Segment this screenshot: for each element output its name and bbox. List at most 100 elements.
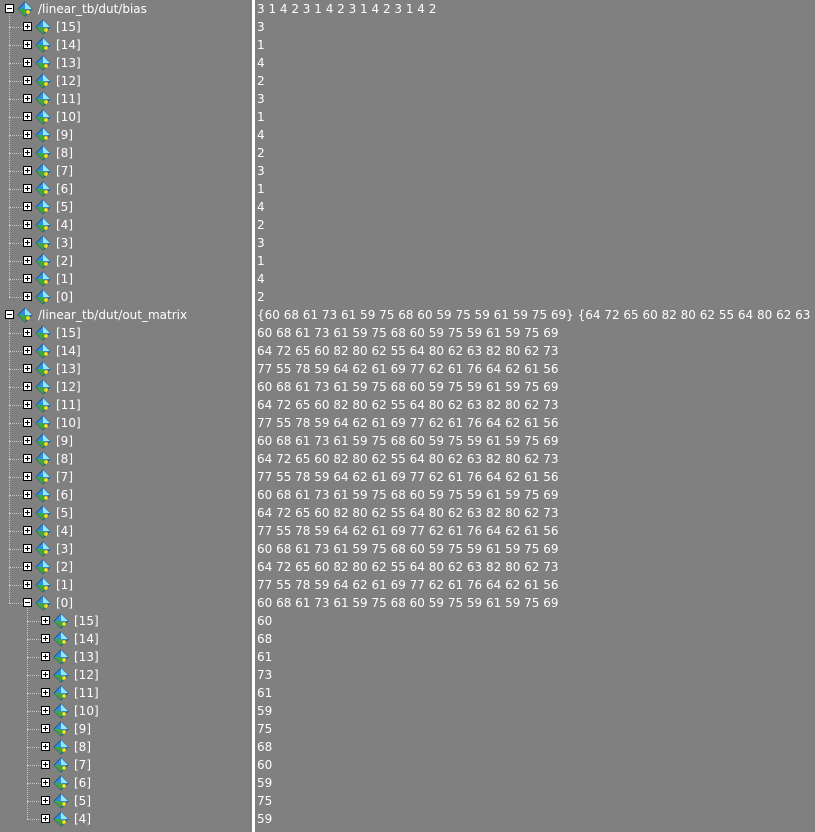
signal-element-row[interactable]: [13] <box>0 360 252 378</box>
signal-element-row[interactable]: [9] <box>0 720 252 738</box>
signal-element-row[interactable]: [15] <box>0 18 252 36</box>
signal-row[interactable]: /linear_tb/dut/out_matrix <box>0 306 252 324</box>
signal-element-row[interactable]: [5] <box>0 792 252 810</box>
signal-element-row[interactable]: [0] <box>0 594 252 612</box>
expand-plus-icon[interactable] <box>23 508 32 517</box>
signal-element-row[interactable]: [11] <box>0 90 252 108</box>
signal-element-row[interactable]: [2] <box>0 252 252 270</box>
expand-plus-icon[interactable] <box>41 634 50 643</box>
signal-element-row[interactable]: [7] <box>0 756 252 774</box>
expand-plus-icon[interactable] <box>23 490 32 499</box>
signal-element-row[interactable]: [11] <box>0 684 252 702</box>
expand-plus-icon[interactable] <box>23 454 32 463</box>
signal-element-row[interactable]: [3] <box>0 540 252 558</box>
collapse-minus-icon[interactable] <box>5 4 14 13</box>
expand-plus-icon[interactable] <box>23 40 32 49</box>
signal-element-row[interactable]: [8] <box>0 144 252 162</box>
expand-plus-icon[interactable] <box>23 328 32 337</box>
signal-diamond-icon <box>53 631 69 647</box>
signal-element-row[interactable]: [4] <box>0 522 252 540</box>
expand-plus-icon[interactable] <box>23 292 32 301</box>
signal-index-label: [7] <box>56 164 73 178</box>
expand-plus-icon[interactable] <box>23 382 32 391</box>
expand-plus-icon[interactable] <box>23 76 32 85</box>
expand-plus-icon[interactable] <box>41 724 50 733</box>
signal-element-row[interactable]: [12] <box>0 72 252 90</box>
signal-element-row[interactable]: [5] <box>0 198 252 216</box>
signal-element-row[interactable]: [15] <box>0 612 252 630</box>
expand-plus-icon[interactable] <box>41 706 50 715</box>
signal-element-row[interactable]: [14] <box>0 630 252 648</box>
signal-element-row[interactable]: [8] <box>0 738 252 756</box>
signal-element-row[interactable]: [1] <box>0 270 252 288</box>
signal-element-row[interactable]: [3] <box>0 234 252 252</box>
expand-plus-icon[interactable] <box>23 364 32 373</box>
signal-element-row[interactable]: [6] <box>0 486 252 504</box>
expand-plus-icon[interactable] <box>23 436 32 445</box>
signal-name-pane[interactable]: /linear_tb/dut/bias [15] [14] [13] [12] [11] [… <box>0 0 252 832</box>
signal-index-label: [8] <box>56 146 73 160</box>
expand-plus-icon[interactable] <box>41 814 50 823</box>
signal-element-row[interactable]: [6] <box>0 774 252 792</box>
signal-element-row[interactable]: [11] <box>0 396 252 414</box>
expand-plus-icon[interactable] <box>23 220 32 229</box>
expand-plus-icon[interactable] <box>41 796 50 805</box>
signal-element-row[interactable]: [13] <box>0 54 252 72</box>
signal-row[interactable]: /linear_tb/dut/bias <box>0 0 252 18</box>
expand-plus-icon[interactable] <box>23 346 32 355</box>
expand-plus-icon[interactable] <box>41 760 50 769</box>
signal-element-row[interactable]: [0] <box>0 288 252 306</box>
signal-element-row[interactable]: [12] <box>0 666 252 684</box>
expand-plus-icon[interactable] <box>23 274 32 283</box>
expand-plus-icon[interactable] <box>23 202 32 211</box>
expand-plus-icon[interactable] <box>41 688 50 697</box>
signal-element-row[interactable]: [8] <box>0 450 252 468</box>
signal-diamond-icon <box>53 811 69 827</box>
expand-plus-icon[interactable] <box>23 544 32 553</box>
signal-element-row[interactable]: [6] <box>0 180 252 198</box>
signal-index-label: [13] <box>56 56 81 70</box>
signal-element-row[interactable]: [7] <box>0 468 252 486</box>
expand-plus-icon[interactable] <box>23 58 32 67</box>
signal-element-row[interactable]: [10] <box>0 414 252 432</box>
signal-value: 60 68 61 73 61 59 75 68 60 59 75 59 61 5… <box>257 380 559 394</box>
expand-plus-icon[interactable] <box>23 580 32 589</box>
expand-plus-icon[interactable] <box>23 472 32 481</box>
collapse-minus-icon[interactable] <box>23 598 32 607</box>
signal-element-row[interactable]: [1] <box>0 576 252 594</box>
expand-plus-icon[interactable] <box>23 238 32 247</box>
expand-plus-icon[interactable] <box>23 22 32 31</box>
expand-plus-icon[interactable] <box>23 112 32 121</box>
signal-index-label: [0] <box>56 290 73 304</box>
expand-plus-icon[interactable] <box>41 670 50 679</box>
expand-plus-icon[interactable] <box>23 256 32 265</box>
signal-element-row[interactable]: [5] <box>0 504 252 522</box>
expand-plus-icon[interactable] <box>23 148 32 157</box>
expand-plus-icon[interactable] <box>41 778 50 787</box>
expand-plus-icon[interactable] <box>23 184 32 193</box>
signal-element-row[interactable]: [13] <box>0 648 252 666</box>
signal-element-row[interactable]: [4] <box>0 216 252 234</box>
expand-plus-icon[interactable] <box>41 652 50 661</box>
expand-plus-icon[interactable] <box>23 526 32 535</box>
expand-plus-icon[interactable] <box>23 418 32 427</box>
expand-plus-icon[interactable] <box>23 400 32 409</box>
signal-element-row[interactable]: [9] <box>0 126 252 144</box>
expand-plus-icon[interactable] <box>23 166 32 175</box>
signal-element-row[interactable]: [15] <box>0 324 252 342</box>
expand-plus-icon[interactable] <box>41 616 50 625</box>
signal-element-row[interactable]: [14] <box>0 342 252 360</box>
signal-element-row[interactable]: [14] <box>0 36 252 54</box>
signal-element-row[interactable]: [10] <box>0 702 252 720</box>
expand-plus-icon[interactable] <box>23 130 32 139</box>
expand-plus-icon[interactable] <box>23 94 32 103</box>
signal-element-row[interactable]: [2] <box>0 558 252 576</box>
signal-element-row[interactable]: [10] <box>0 108 252 126</box>
expand-plus-icon[interactable] <box>23 562 32 571</box>
signal-element-row[interactable]: [12] <box>0 378 252 396</box>
signal-element-row[interactable]: [4] <box>0 810 252 828</box>
signal-element-row[interactable]: [7] <box>0 162 252 180</box>
expand-plus-icon[interactable] <box>41 742 50 751</box>
collapse-minus-icon[interactable] <box>5 310 14 319</box>
signal-element-row[interactable]: [9] <box>0 432 252 450</box>
